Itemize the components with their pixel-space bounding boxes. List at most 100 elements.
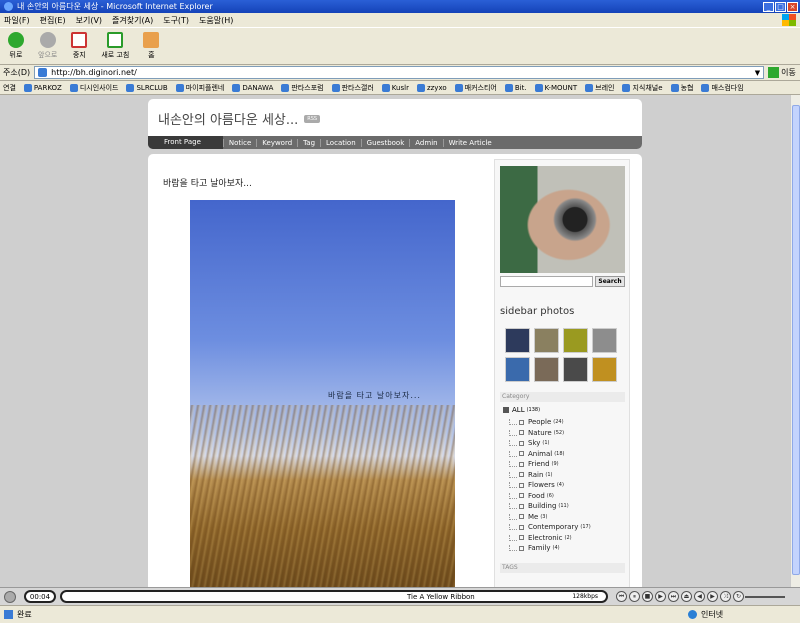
category-label: Rain [528,470,544,479]
link-item[interactable]: 지식채널e [622,83,663,93]
sidebar-photo-thumb[interactable] [505,328,530,353]
sidebar-photo-thumb[interactable] [505,357,530,382]
scrollbar-thumb[interactable] [792,105,800,575]
nav-admin[interactable]: Admin [409,138,442,147]
link-item[interactable]: 마이피플렌네 [175,83,224,93]
prev-icon[interactable]: ⏮ [616,591,627,602]
nav-keyword[interactable]: Keyword [256,138,297,147]
search-button[interactable]: Search [595,276,625,287]
link-item[interactable]: 농협 [670,83,693,93]
player-icon[interactable] [4,591,16,603]
repeat-icon[interactable]: ↻ [733,591,744,602]
page-icon [126,83,135,92]
category-item[interactable]: Sky (1) [509,438,624,449]
volume-slider[interactable] [745,596,785,598]
shuffle-icon[interactable]: ⤨ [720,591,731,602]
link-item[interactable]: PARKOZ [23,83,62,92]
tree-node-icon [519,440,524,446]
play-icon[interactable]: ▶ [655,591,666,602]
link-item[interactable]: DANAWA [232,83,273,92]
link-item[interactable]: 브레인 [585,83,614,93]
link-item[interactable]: 디시인사이드 [69,83,118,93]
search-input[interactable] [500,276,593,287]
category-item[interactable]: Rain (1) [509,470,624,481]
tree-branch [509,534,517,541]
menu-file[interactable]: 파일(F) [4,15,30,26]
player-track[interactable]: Tie A Yellow Ribbon 128kbps [60,590,608,603]
nav-tag[interactable]: Tag [297,138,320,147]
sidebar-photo-thumb[interactable] [563,328,588,353]
forward-icon[interactable]: ▶ [707,591,718,602]
menu-tools[interactable]: 도구(T) [163,15,189,26]
pause-icon[interactable]: ⏸ [629,591,640,602]
sidebar-photo-thumb[interactable] [534,328,559,353]
menu-edit[interactable]: 편집(E) [40,15,66,26]
forward-button[interactable]: 앞으로 [38,32,57,60]
photo-caption: 바람을 타고 날아보자... [328,391,421,400]
sidebar-photo-thumb[interactable] [563,357,588,382]
menu-bar: 파일(F) 편집(E) 보기(V) 즐겨찾기(A) 도구(T) 도움말(H) [0,13,800,27]
category-item[interactable]: Me (3) [509,512,624,523]
sidebar-photo-grid [505,328,625,382]
category-item[interactable]: Nature (52) [509,428,624,439]
sidebar-photo-thumb[interactable] [592,357,617,382]
address-dropdown-icon[interactable]: ▼ [755,69,760,77]
page-icon [69,83,78,92]
category-item[interactable]: People (24) [509,417,624,428]
menu-help[interactable]: 도움말(H) [199,15,233,26]
link-item[interactable]: 판타스갤러 [331,83,374,93]
nav-guestbook[interactable]: Guestbook [360,138,410,147]
page-icon [622,83,631,92]
page-icon [232,83,241,92]
category-item[interactable]: Contemporary (17) [509,522,624,533]
category-item[interactable]: Friend (9) [509,459,624,470]
category-item[interactable]: Electronic (2) [509,533,624,544]
blog-nav: Front Page Notice Keyword Tag Location G… [148,136,642,149]
link-item[interactable]: K-MOUNT [534,83,577,92]
category-item[interactable]: Flowers (4) [509,480,624,491]
nav-front-page[interactable]: Front Page [148,136,223,149]
category-label: Family [528,544,551,553]
link-item[interactable]: zzyxo [416,83,447,92]
nav-location[interactable]: Location [320,138,361,147]
category-item[interactable]: Family (4) [509,543,624,554]
stop-icon[interactable]: ■ [642,591,653,602]
link-item[interactable]: Kuslr [381,83,409,92]
go-button[interactable]: 이동 [768,67,796,78]
status-text: 완료 [4,609,32,620]
category-item[interactable]: Building (11) [509,501,624,512]
eject-icon[interactable]: ⏏ [681,591,692,602]
sidebar-photo-thumb[interactable] [592,328,617,353]
sidebar-photo-thumb[interactable] [534,357,559,382]
back-button[interactable]: 뒤로 [8,32,24,60]
refresh-button[interactable]: 새로 고침 [101,32,129,60]
links-label: 연결 [3,83,16,92]
link-item[interactable]: 판타스포럼 [281,83,324,93]
link-item[interactable]: SLRCLUB [126,83,168,92]
stop-button[interactable]: 중지 [71,32,88,60]
next-icon[interactable]: ⏭ [668,591,679,602]
link-item[interactable]: Bit. [504,83,527,92]
link-item[interactable]: 매스컴다임 [701,83,744,93]
category-item[interactable]: Animal (18) [509,449,624,460]
category-all[interactable]: ALL (138) [503,406,540,414]
nav-notice[interactable]: Notice [222,138,256,147]
nav-write-article[interactable]: Write Article [442,138,497,147]
post-title[interactable]: 바람을 타고 날아보자... [163,176,252,189]
rss-badge[interactable]: RSS [304,114,321,123]
rewind-icon[interactable]: ◀ [694,591,705,602]
address-input[interactable]: http://bh.diginori.net/ ▼ [34,66,765,79]
tree-branch [509,482,517,489]
close-button[interactable]: × [787,1,798,12]
minimize-button[interactable]: _ [763,1,774,12]
link-item[interactable]: 매커스티어 [454,83,497,93]
home-button[interactable]: 홈 [143,32,160,60]
blog-title[interactable]: 내손안의 아름다운 세상... RSS [158,109,321,128]
menu-view[interactable]: 보기(V) [76,15,102,26]
refresh-icon [107,32,124,48]
maximize-button[interactable]: □ [775,1,786,12]
category-item[interactable]: Food (6) [509,491,624,502]
menu-favorites[interactable]: 즐겨찾기(A) [112,15,153,26]
vertical-scrollbar[interactable] [790,95,800,587]
category-header: Category [500,392,625,402]
